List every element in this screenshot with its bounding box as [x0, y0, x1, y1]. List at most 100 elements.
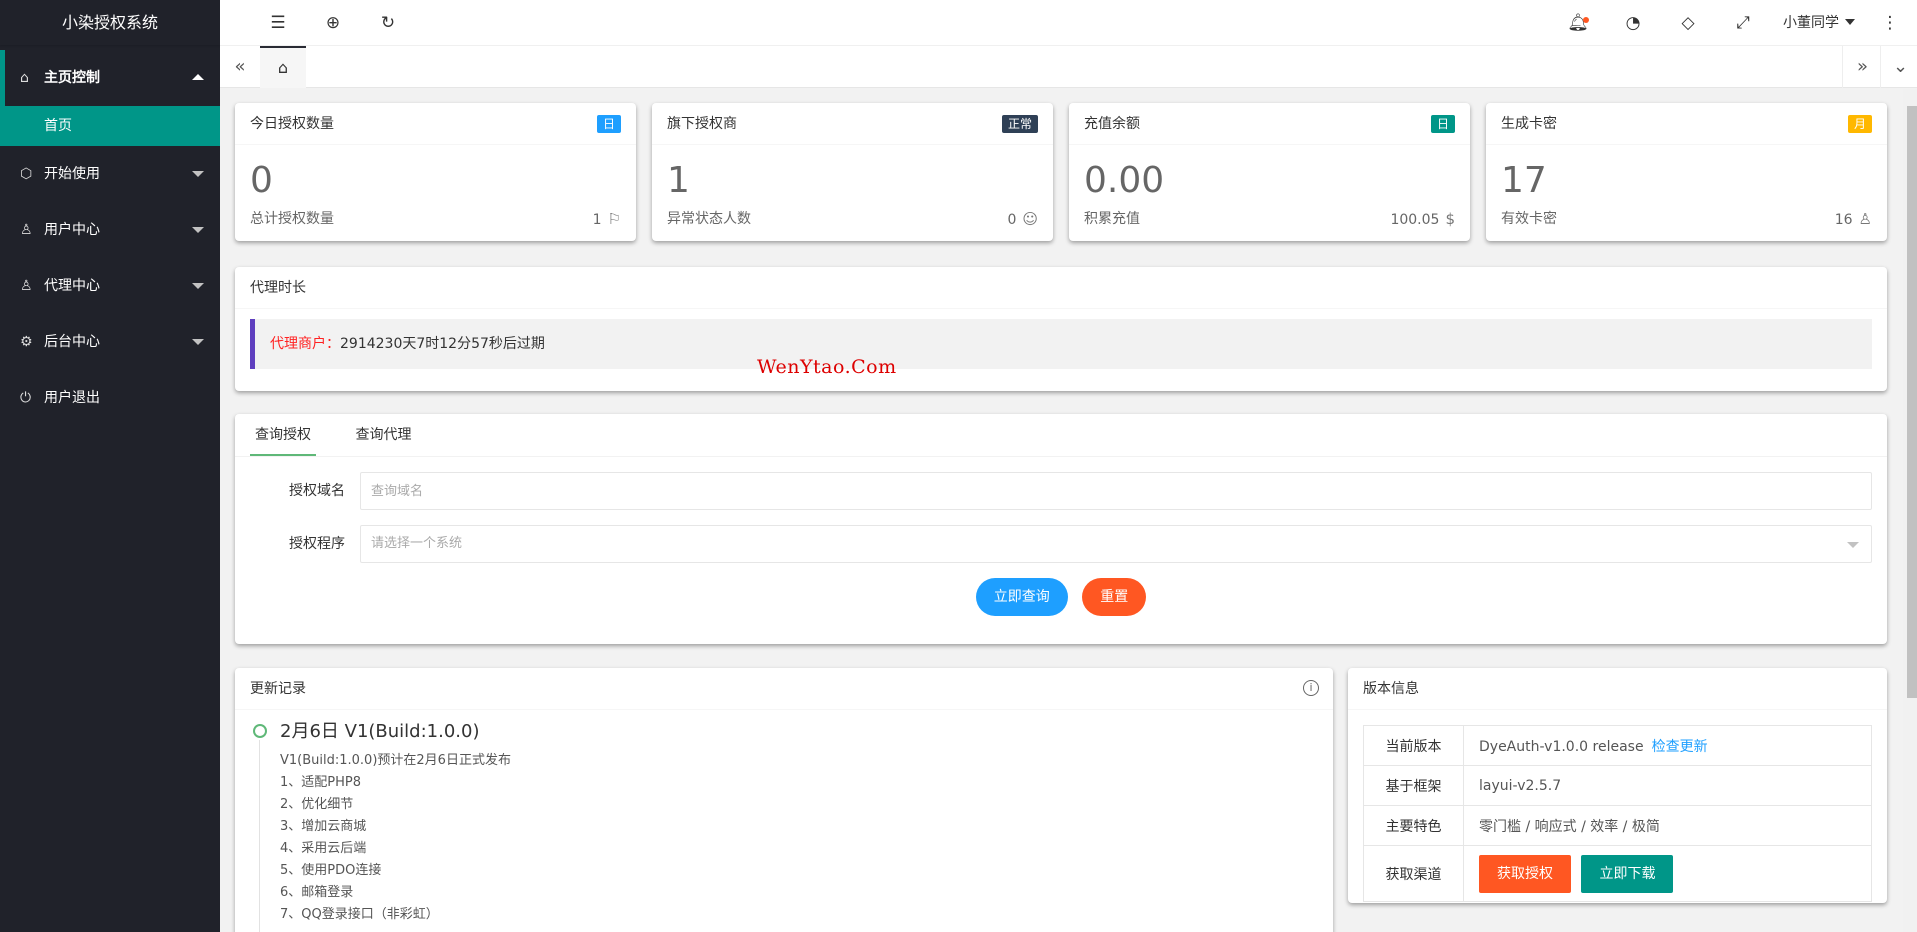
- program-label: 授权程序: [289, 536, 345, 552]
- program-row: 授权程序 请选择一个系统: [235, 525, 1887, 563]
- framework-label: 基于框架: [1363, 765, 1464, 806]
- sidebar-item-logout[interactable]: ⏻ 用户退出: [0, 370, 220, 426]
- submit-query-button[interactable]: 立即查询: [975, 578, 1068, 616]
- timeline-axis: [259, 740, 260, 932]
- features-value: 零门槛 / 响应式 / 效率 / 极简: [1463, 805, 1872, 846]
- chevron-down-icon: [192, 171, 204, 177]
- menu-collapse-icon[interactable]: ☰: [258, 0, 298, 46]
- channel-label: 获取渠道: [1363, 845, 1464, 902]
- stat-card-title: 充值余额: [1084, 116, 1140, 132]
- tabs-scroll-right-icon[interactable]: »: [1842, 46, 1882, 88]
- agent-icon: ♙: [20, 278, 33, 294]
- query-card: 查询授权 查询代理 授权域名 授权程序 请选择一个系统 立即查询 重置: [235, 414, 1887, 644]
- sidebar-item-agent-center[interactable]: ♙ 代理中心: [0, 258, 220, 314]
- stat-card-agents: 旗下授权商 正常 1 异常状态人数 0 ☺: [652, 103, 1053, 241]
- version-card: 版本信息 当前版本 DyeAuth-v1.0.0 release 检查更新 基于框…: [1348, 668, 1887, 903]
- home-icon: ⌂: [277, 58, 289, 77]
- stat-foot-label: 有效卡密: [1501, 211, 1557, 227]
- watermark-text: WenYtao.Com: [757, 356, 897, 378]
- changelog-line: V1(Build:1.0.0)预计在2月6日正式发布: [280, 753, 511, 768]
- top-header: ☰ ⊕ ↻ 🔔︎ ◔ ◇ ⤢ 小董同学 ⋮: [220, 0, 1917, 46]
- chevron-down-icon: [192, 283, 204, 289]
- stat-foot-value: 16: [1834, 212, 1853, 228]
- chevron-down-icon: [192, 339, 204, 345]
- sidebar-subitem-home[interactable]: 首页: [0, 106, 220, 146]
- tabs-scroll-left-icon[interactable]: «: [220, 46, 260, 88]
- changelog-card: 更新记录 i 2月6日 V1(Build:1.0.0) V1(Build:1.0…: [235, 668, 1333, 932]
- download-button[interactable]: 立即下载: [1581, 854, 1674, 893]
- chevron-down-icon: [192, 227, 204, 233]
- power-icon: ⏻: [20, 390, 32, 406]
- sidebar-item-home-control[interactable]: ⌂ 主页控制: [0, 50, 220, 106]
- version-table: 当前版本 DyeAuth-v1.0.0 release 检查更新 基于框架 lay…: [1363, 725, 1872, 902]
- query-actions: 立即查询 重置: [235, 578, 1887, 616]
- stat-badge: 日: [596, 115, 621, 133]
- sidebar-item-getting-started[interactable]: ⬡ 开始使用: [0, 146, 220, 202]
- tag-icon[interactable]: ◇: [1668, 0, 1708, 46]
- query-tabs: 查询授权 查询代理: [235, 414, 1887, 457]
- user-menu[interactable]: 小董同学: [1783, 0, 1855, 46]
- get-auth-button[interactable]: 获取授权: [1479, 854, 1571, 893]
- bell-icon[interactable]: 🔔︎: [1558, 0, 1598, 46]
- changelog-entry-body: V1(Build:1.0.0)预计在2月6日正式发布 1、适配PHP8 2、优化…: [280, 750, 1318, 926]
- changelog-line: 1、适配PHP8: [280, 775, 361, 790]
- dollar-icon: $: [1445, 210, 1455, 228]
- stat-card-balance: 充值余额 日 0.00 积累充值 100.05 $: [1069, 103, 1470, 241]
- domain-label: 授权域名: [289, 483, 345, 499]
- sidebar-item-user-center[interactable]: ♙ 用户中心: [0, 202, 220, 258]
- changelog-timeline: 2月6日 V1(Build:1.0.0) V1(Build:1.0.0)预计在2…: [235, 710, 1333, 932]
- stat-card-title: 今日授权数量: [250, 116, 334, 132]
- fullscreen-icon[interactable]: ⤢: [1723, 0, 1763, 46]
- tabs-dropdown-icon[interactable]: ⌄: [1880, 46, 1917, 88]
- program-select[interactable]: 请选择一个系统: [360, 525, 1872, 563]
- caret-down-icon: [1845, 19, 1855, 25]
- app-logo-title[interactable]: 小染授权系统: [0, 0, 220, 45]
- tab-home[interactable]: ⌂: [260, 46, 306, 88]
- reset-button[interactable]: 重置: [1082, 578, 1147, 616]
- version-header: 版本信息: [1348, 668, 1887, 710]
- sidebar-item-label: 用户中心: [44, 222, 100, 238]
- stat-foot-value: 1: [592, 212, 602, 228]
- stat-card-title: 旗下授权商: [667, 116, 737, 132]
- changelog-title: 更新记录: [250, 681, 306, 697]
- sidebar-item-label: 主页控制: [44, 70, 100, 86]
- domain-row: 授权域名: [235, 472, 1887, 510]
- user-icon: ♙: [20, 222, 33, 238]
- palette-icon[interactable]: ◔: [1613, 0, 1653, 46]
- notice-text: 2914230天7时12分57秒后过期: [340, 336, 545, 352]
- refresh-icon[interactable]: ↻: [368, 0, 408, 46]
- stat-card-header: 今日授权数量 日: [235, 103, 636, 145]
- features-label: 主要特色: [1363, 805, 1464, 846]
- user-icon: ♙: [1858, 210, 1872, 228]
- changelog-line: 6、邮箱登录: [280, 885, 354, 900]
- agent-expiry-notice: 代理商户：2914230天7时12分57秒后过期: [250, 319, 1872, 369]
- tab-query-agent[interactable]: 查询代理: [350, 414, 416, 456]
- stat-foot-value: 100.05: [1390, 212, 1440, 228]
- gear-icon: ⚙: [20, 334, 33, 350]
- stat-foot-label: 总计授权数量: [250, 211, 334, 227]
- flag-icon: ⚐: [607, 210, 621, 228]
- tab-query-auth[interactable]: 查询授权: [250, 414, 316, 456]
- table-row: 当前版本 DyeAuth-v1.0.0 release 检查更新: [1363, 725, 1872, 766]
- agent-duration-header: 代理时长: [235, 267, 1887, 309]
- stat-value: 0: [250, 160, 273, 201]
- domain-input[interactable]: [360, 472, 1872, 510]
- info-icon[interactable]: i: [1303, 680, 1319, 696]
- notice-label: 代理商户：: [270, 336, 340, 352]
- more-vertical-icon[interactable]: ⋮: [1875, 0, 1905, 46]
- main-content: 今日授权数量 日 0 总计授权数量 1 ⚐ 旗下授权商 正常 1 异常状态人数 0…: [220, 89, 1917, 932]
- stat-footer: 异常状态人数 0 ☺: [652, 207, 1053, 231]
- stat-badge: 月: [1847, 115, 1872, 133]
- stat-footer: 总计授权数量 1 ⚐: [235, 207, 636, 231]
- stat-footer: 有效卡密 16 ♙: [1486, 207, 1887, 231]
- globe-icon[interactable]: ⊕: [313, 0, 353, 46]
- framework-value: layui-v2.5.7: [1463, 765, 1872, 806]
- check-update-link[interactable]: 检查更新: [1652, 739, 1708, 755]
- scrollbar-thumb[interactable]: [1907, 106, 1917, 698]
- sidebar-item-admin-center[interactable]: ⚙ 后台中心: [0, 314, 220, 370]
- stat-value: 17: [1501, 160, 1547, 201]
- table-row: 基于框架 layui-v2.5.7: [1363, 765, 1872, 806]
- stat-value: 1: [667, 160, 690, 201]
- channel-actions: 获取授权 立即下载: [1463, 845, 1872, 902]
- stat-card-today-auth: 今日授权数量 日 0 总计授权数量 1 ⚐: [235, 103, 636, 241]
